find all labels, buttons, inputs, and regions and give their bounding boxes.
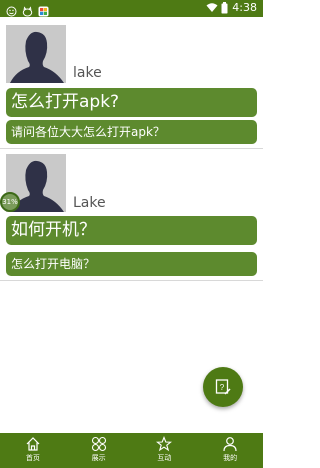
wifi-icon — [206, 2, 218, 13]
person-icon — [223, 437, 237, 452]
post-title[interactable]: 怎么打开apk? — [6, 88, 257, 117]
post-body[interactable]: 请问各位大大怎么打开apk？ — [6, 120, 257, 144]
progress-badge: 31% — [0, 192, 20, 212]
post-title[interactable]: 如何开机？ — [6, 216, 257, 245]
cat-icon — [22, 2, 33, 17]
compose-icon: ? — [215, 379, 231, 395]
bottom-tab-bar: 首页 展示 互动 我的 — [0, 433, 263, 468]
person-silhouette-icon — [6, 25, 66, 83]
tab-mine[interactable]: 我的 — [197, 433, 263, 468]
tab-label: 展示 — [91, 454, 106, 462]
tab-interact[interactable]: 互动 — [132, 433, 198, 468]
clock: 4:38 — [232, 1, 257, 14]
app-icon — [38, 2, 49, 17]
star-icon — [156, 436, 173, 452]
tab-label: 首页 — [25, 454, 40, 462]
divider — [0, 148, 263, 149]
avatar[interactable] — [6, 25, 66, 83]
home-icon — [26, 437, 40, 451]
divider — [0, 280, 263, 281]
tab-label: 我的 — [223, 454, 238, 462]
post-body[interactable]: 怎么打开电脑？ — [6, 252, 257, 276]
status-bar: 4:38 — [0, 0, 263, 17]
post-author: lake — [73, 65, 102, 81]
svg-text:?: ? — [220, 383, 225, 392]
smiley-icon — [6, 2, 17, 17]
compose-button[interactable]: ? — [203, 367, 243, 407]
grid-circles-icon — [91, 436, 106, 452]
post-author: Lake — [73, 195, 106, 211]
tab-showcase[interactable]: 展示 — [66, 433, 132, 468]
battery-icon — [221, 2, 228, 14]
tab-home[interactable]: 首页 — [0, 433, 66, 468]
tab-label: 互动 — [157, 454, 172, 462]
